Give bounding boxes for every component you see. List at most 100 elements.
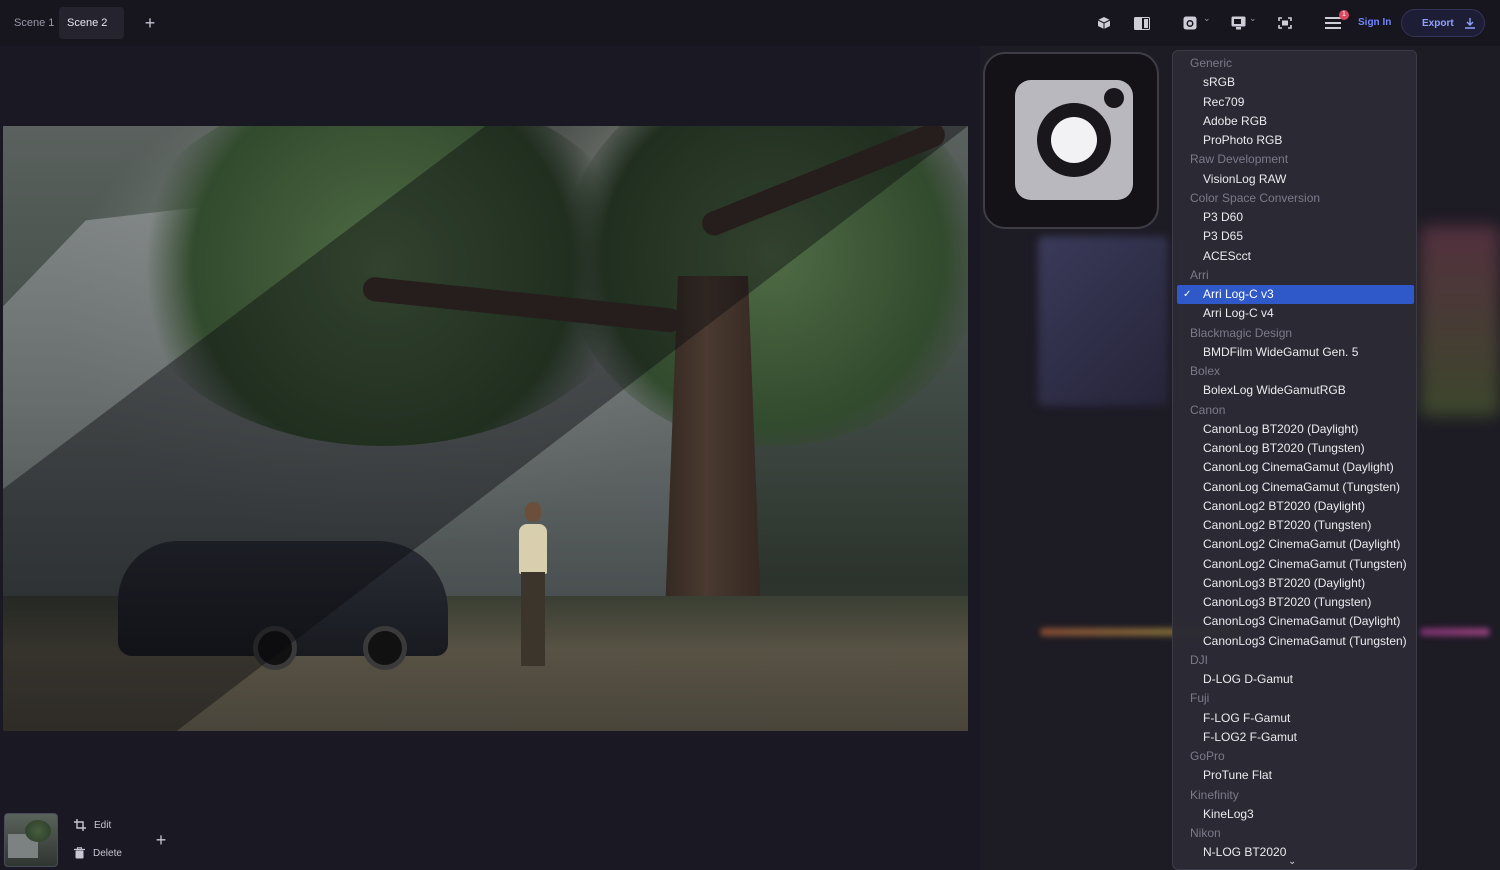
- dropdown-option[interactable]: Rec709: [1173, 93, 1416, 112]
- tab-label: Scene 2: [67, 17, 108, 29]
- tab-scene-1[interactable]: Scene 1: [6, 7, 62, 39]
- dropdown-row-label: Fuji: [1190, 691, 1210, 706]
- dropdown-row-label: CanonLog BT2020 (Tungsten): [1203, 441, 1365, 455]
- dropdown-group-header: Canon: [1173, 401, 1416, 420]
- camera-view-icon[interactable]: [1179, 12, 1201, 34]
- dropdown-row-label: ProTune Flat: [1203, 768, 1272, 783]
- export-button[interactable]: Export: [1401, 9, 1485, 37]
- dropdown-group-header: Kinefinity: [1173, 786, 1416, 805]
- app-logo: [983, 52, 1159, 229]
- dropdown-row-label: Generic: [1190, 56, 1233, 70]
- edit-label: Edit: [94, 819, 112, 831]
- download-icon: [1465, 18, 1475, 29]
- dropdown-option[interactable]: CanonLog CinemaGamut (Daylight): [1173, 458, 1416, 477]
- dropdown-option[interactable]: sRGB: [1173, 73, 1416, 92]
- dropdown-row-label: CanonLog3 CinemaGamut (Tungsten): [1203, 633, 1407, 648]
- dropdown-row-label: CanonLog3 CinemaGamut (Daylight): [1203, 614, 1401, 629]
- dropdown-option[interactable]: Adobe RGB: [1173, 112, 1416, 131]
- dropdown-option[interactable]: CanonLog BT2020 (Tungsten): [1173, 439, 1416, 458]
- dropdown-option[interactable]: BMDFilm WideGamut Gen. 5: [1173, 343, 1416, 362]
- dropdown-option[interactable]: F-LOG2 F-Gamut: [1173, 728, 1416, 747]
- dropdown-row-label: P3 D65: [1203, 229, 1244, 244]
- trash-icon: [74, 847, 85, 859]
- color-space-dropdown[interactable]: Generic sRGB Rec709 Adobe RGB ProPhoto RGB Ra…: [1172, 50, 1417, 870]
- edit-scene-button[interactable]: Edit: [74, 819, 111, 831]
- dropdown-option[interactable]: CanonLog BT2020 (Daylight): [1173, 420, 1416, 439]
- dropdown-group-header: Arri: [1173, 266, 1416, 285]
- dropdown-group-header: Color Space Conversion: [1173, 189, 1416, 208]
- dropdown-option[interactable]: BolexLog WideGamutRGB: [1173, 381, 1416, 400]
- checkmark-icon: ✓: [1183, 289, 1192, 300]
- dropdown-option[interactable]: F-LOG F-Gamut: [1173, 709, 1416, 728]
- dropdown-row-label: Color Space Conversion: [1190, 190, 1321, 205]
- dropdown-option[interactable]: Arri Log-C v4: [1173, 304, 1416, 323]
- dropdown-option[interactable]: CanonLog2 CinemaGamut (Daylight): [1173, 535, 1416, 554]
- dropdown-row-label: CanonLog2 BT2020 (Tungsten): [1203, 518, 1372, 532]
- dropdown-row-label: CanonLog BT2020 (Daylight): [1203, 421, 1359, 436]
- dropdown-row-label: ACEScct: [1203, 248, 1252, 263]
- dropdown-group-header: Blackmagic Design: [1173, 324, 1416, 343]
- dropdown-option[interactable]: P3 D65: [1173, 227, 1416, 246]
- dropdown-row-label: GoPro: [1190, 749, 1225, 763]
- dropdown-option[interactable]: ACEScct: [1173, 247, 1416, 266]
- dropdown-option[interactable]: CanonLog3 BT2020 (Daylight): [1173, 574, 1416, 593]
- dropdown-row-label: Rec709: [1203, 94, 1245, 109]
- dropdown-row-label: Arri Log-C v3: [1203, 287, 1274, 301]
- add-scene-tab-button[interactable]: +: [138, 10, 162, 36]
- dropdown-group-header: Nikon: [1173, 824, 1416, 843]
- chevron-down-icon[interactable]: ⌄: [1249, 13, 1257, 24]
- delete-scene-button[interactable]: Delete: [74, 847, 122, 859]
- camera-logo-icon: [1015, 80, 1133, 200]
- dropdown-row-label: sRGB: [1203, 75, 1236, 90]
- scene-thumbnail[interactable]: [4, 813, 58, 867]
- dropdown-row-label: CanonLog2 BT2020 (Daylight): [1203, 498, 1366, 513]
- delete-label: Delete: [93, 847, 122, 859]
- dropdown-option[interactable]: ProTune Flat: [1173, 766, 1416, 785]
- cube-icon[interactable]: [1093, 12, 1115, 34]
- add-scene-button[interactable]: +: [134, 813, 188, 867]
- dropdown-option[interactable]: D-LOG D-Gamut: [1173, 670, 1416, 689]
- dropdown-option[interactable]: KineLog3: [1173, 805, 1416, 824]
- dropdown-row-label: Raw Development: [1190, 152, 1289, 167]
- dropdown-row-label: Nikon: [1190, 826, 1221, 840]
- dropdown-row-label: D-LOG D-Gamut: [1203, 672, 1294, 686]
- dropdown-row-label: VisionLog RAW: [1203, 171, 1287, 186]
- dropdown-row-label: ProPhoto RGB: [1203, 133, 1283, 147]
- sign-in-link[interactable]: Sign In: [1358, 17, 1391, 28]
- dropdown-option[interactable]: CanonLog3 CinemaGamut (Daylight): [1173, 612, 1416, 631]
- dropdown-row-label: CanonLog3 BT2020 (Tungsten): [1203, 595, 1372, 609]
- dropdown-group-header: GoPro: [1173, 747, 1416, 766]
- dropdown-group-header: Raw Development: [1173, 150, 1416, 169]
- compare-split-icon[interactable]: [1131, 12, 1153, 34]
- photo-man: [515, 496, 551, 666]
- dropdown-option[interactable]: CanonLog2 BT2020 (Tungsten): [1173, 516, 1416, 535]
- crop-icon: [74, 819, 86, 831]
- tab-label: Scene 1: [14, 17, 55, 29]
- dropdown-row-label: Canon: [1190, 402, 1226, 417]
- dropdown-option[interactable]: CanonLog2 BT2020 (Daylight): [1173, 497, 1416, 516]
- fit-frame-icon[interactable]: [1274, 12, 1296, 34]
- dropdown-row-label: DJI: [1190, 652, 1208, 667]
- dropdown-option[interactable]: CanonLog2 CinemaGamut (Tungsten): [1173, 555, 1416, 574]
- dropdown-option[interactable]: CanonLog3 BT2020 (Tungsten): [1173, 593, 1416, 612]
- dropdown-group-header: Generic: [1173, 54, 1416, 73]
- dropdown-option[interactable]: ✓ Arri Log-C v3: [1177, 285, 1414, 305]
- dropdown-row-label: CanonLog2 CinemaGamut (Tungsten): [1203, 556, 1407, 571]
- monitor-icon[interactable]: [1227, 12, 1249, 34]
- tab-scene-2[interactable]: Scene 2⌄: [59, 7, 124, 60]
- dropdown-row-label: BolexLog WideGamutRGB: [1203, 383, 1346, 398]
- dropdown-group-header: DJI: [1173, 651, 1416, 670]
- dropdown-row-label: N-LOG BT2020: [1203, 845, 1287, 860]
- dropdown-option[interactable]: CanonLog3 CinemaGamut (Tungsten): [1173, 632, 1416, 651]
- chevron-down-icon[interactable]: ⌄: [1203, 13, 1211, 24]
- dropdown-row-label: F-LOG2 F-Gamut: [1203, 729, 1298, 744]
- dropdown-option[interactable]: VisionLog RAW: [1173, 170, 1416, 189]
- chevron-down-icon[interactable]: ⌄: [1288, 856, 1296, 867]
- scene-photo[interactable]: [3, 126, 968, 731]
- dropdown-option[interactable]: ProPhoto RGB: [1173, 131, 1416, 150]
- dropdown-option[interactable]: CanonLog CinemaGamut (Tungsten): [1173, 478, 1416, 497]
- dropdown-option[interactable]: P3 D60: [1173, 208, 1416, 227]
- dropdown-group-header: Fuji: [1173, 689, 1416, 708]
- dropdown-row-label: CanonLog CinemaGamut (Daylight): [1203, 460, 1394, 475]
- dropdown-row-label: Arri Log-C v4: [1203, 306, 1274, 321]
